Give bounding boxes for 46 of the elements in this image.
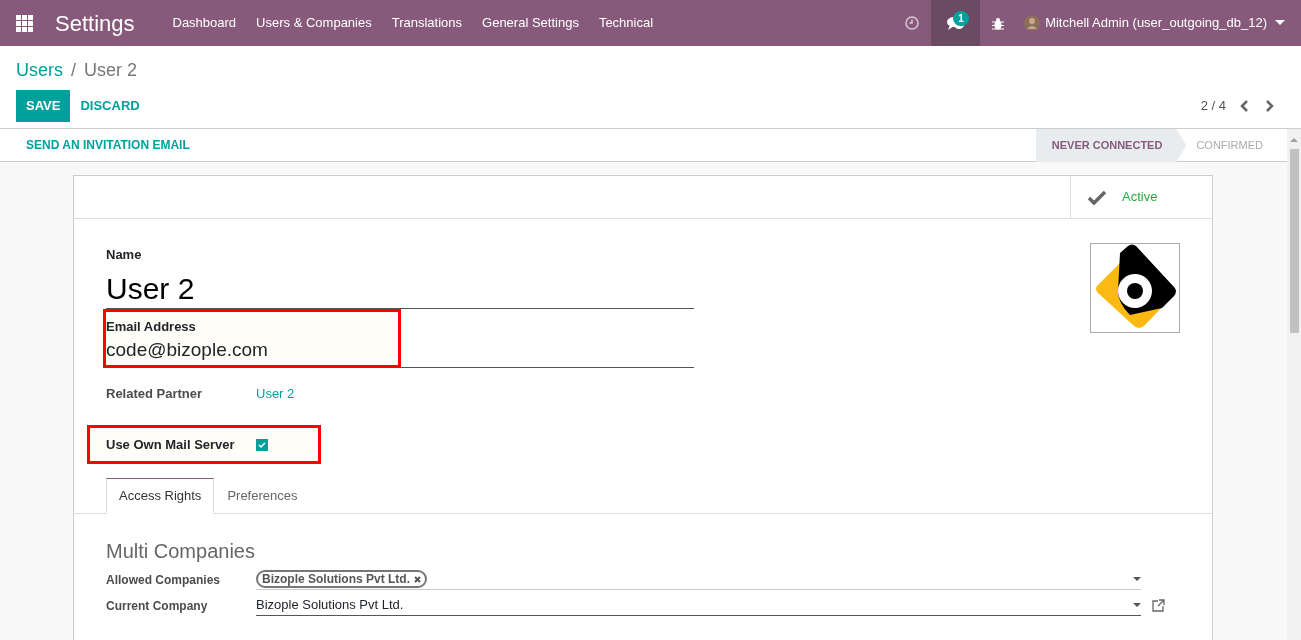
app-title: Settings <box>55 9 135 38</box>
save-button[interactable]: SAVE <box>16 90 71 122</box>
pager-value: 2 / 4 <box>1200 97 1226 115</box>
dropdown-icon <box>1133 602 1141 608</box>
field-label: Use Own Mail Server <box>106 435 236 454</box>
name-field[interactable]: User 2 <box>106 268 694 309</box>
tab[interactable]: Preferences <box>214 478 311 514</box>
field-label: Allowed Companies <box>106 571 222 589</box>
breadcrumb-link[interactable]: Users <box>16 58 63 82</box>
related-partner-link[interactable]: User 2 <box>256 383 295 403</box>
menu-item[interactable]: Users & Companies <box>246 13 382 33</box>
tags-field[interactable]: Bizople Solutions Pvt Ltd. <box>256 569 1141 590</box>
field-label: Name <box>106 246 143 264</box>
select-field[interactable]: Bizople Solutions Pvt Ltd. <box>256 595 1141 616</box>
field-label: Current Company <box>106 597 209 615</box>
menu-item[interactable]: General Settings <box>472 13 589 33</box>
remove-icon[interactable] <box>414 575 421 583</box>
scroll-thumb[interactable] <box>1290 148 1299 333</box>
bug-icon[interactable] <box>992 16 1005 30</box>
check-icon <box>1088 189 1106 205</box>
status-step[interactable]: NEVER CONNECTED <box>1035 129 1187 162</box>
section-title: Multi Companies <box>106 538 256 564</box>
checkbox[interactable] <box>256 438 268 451</box>
dropdown-icon <box>1133 576 1141 582</box>
message-count-badge: 1 <box>953 11 969 26</box>
caret-icon <box>1275 20 1285 26</box>
menu-item[interactable]: Translations <box>381 13 473 33</box>
invitation-email-button[interactable]: SEND AN INVITATION EMAIL <box>16 130 200 160</box>
field-label: Email Address <box>106 317 197 336</box>
external-link-icon[interactable] <box>1152 599 1165 612</box>
breadcrumb-current: User 2 <box>84 59 138 82</box>
tab[interactable]: Access Rights <box>106 478 215 514</box>
menu-item[interactable]: Dashboard <box>162 13 247 33</box>
tag: Bizople Solutions Pvt Ltd. <box>256 570 427 588</box>
previous-icon[interactable] <box>1240 99 1248 112</box>
field-label: Related Partner <box>106 384 204 403</box>
messages-button[interactable]: 1 <box>931 0 981 46</box>
user-menu[interactable]: Mitchell Admin (user_outgoing_db_12) <box>1040 13 1301 33</box>
apps-menu-icon[interactable] <box>16 14 33 32</box>
next-icon[interactable] <box>1266 99 1274 112</box>
avatar <box>1024 15 1041 31</box>
clock-icon[interactable] <box>905 16 920 30</box>
breadcrumb-separator: / <box>71 59 77 82</box>
discard-button[interactable]: DISCARD <box>70 90 150 122</box>
email-field[interactable]: Email Address code@bizople.com <box>103 308 401 368</box>
menu-item[interactable]: Technical <box>588 13 664 33</box>
